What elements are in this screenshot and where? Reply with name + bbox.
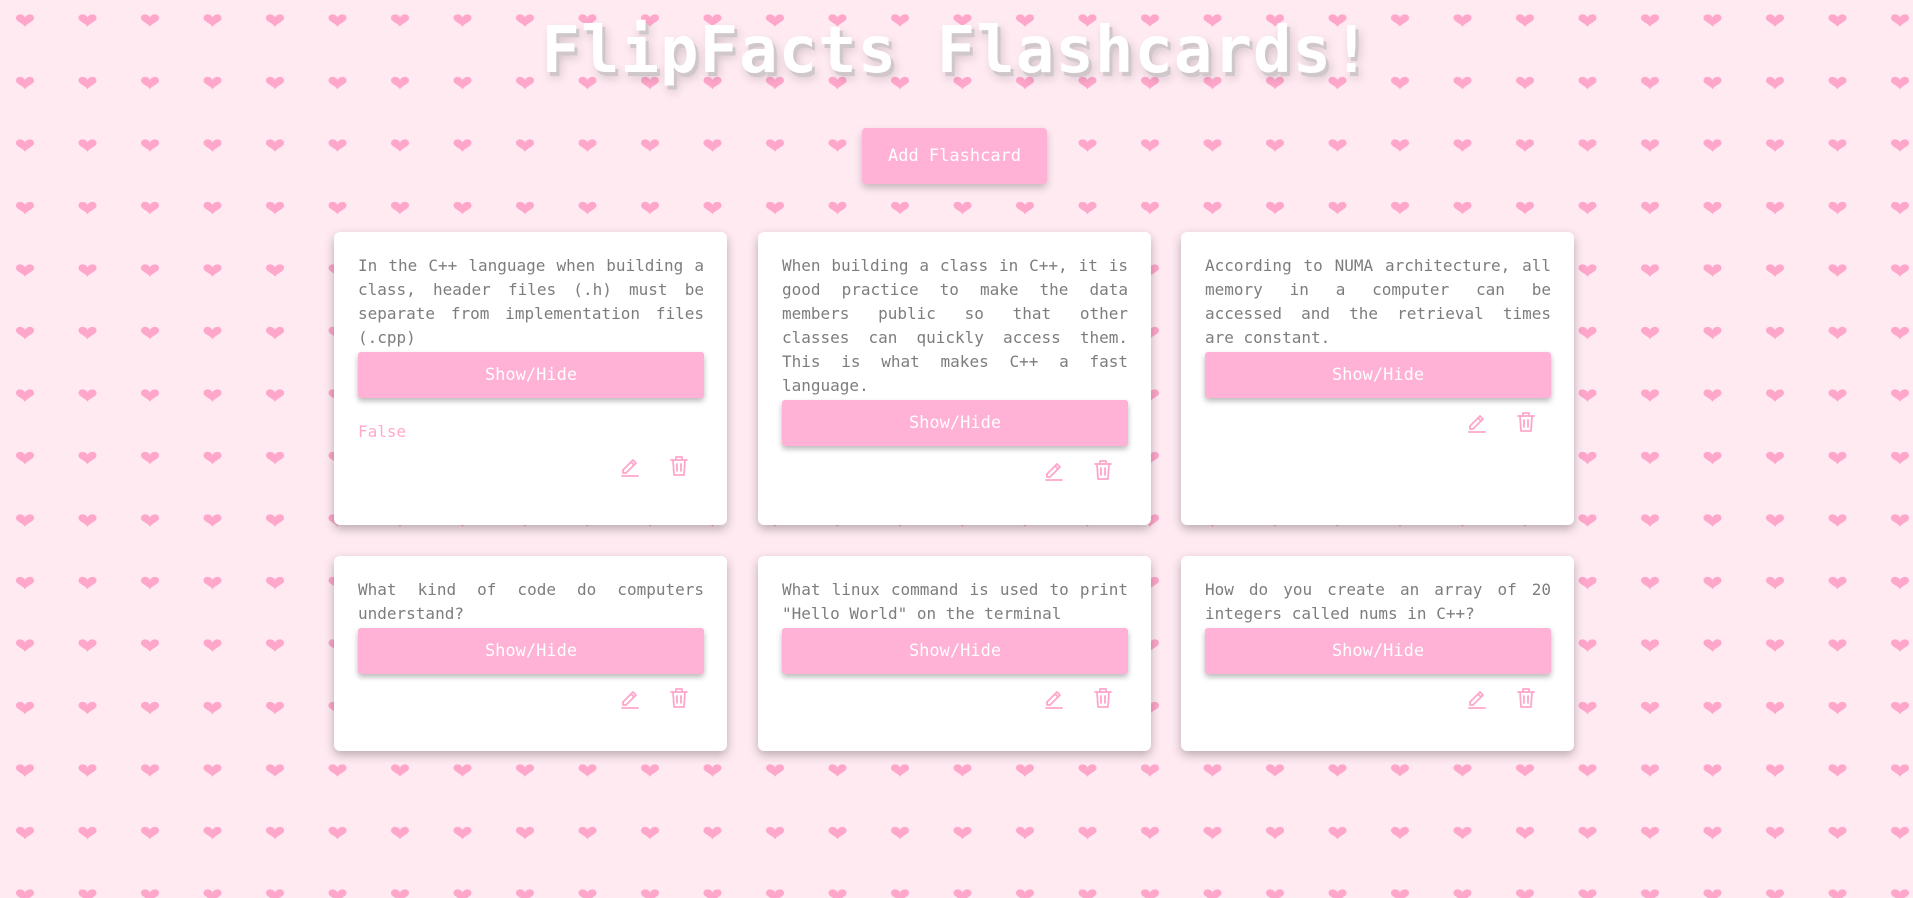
pencil-icon (1468, 415, 1486, 433)
delete-button[interactable] (667, 454, 691, 478)
edit-button[interactable] (1465, 410, 1489, 434)
flashcard: When building a class in C++, it is good… (758, 232, 1151, 525)
show-hide-button[interactable]: Show/Hide (1205, 352, 1551, 398)
flashcard: What kind of code do computers understan… (334, 556, 727, 751)
delete-button[interactable] (1514, 410, 1538, 434)
edit-button[interactable] (618, 686, 642, 710)
trash-icon (1094, 460, 1112, 480)
trash-icon (670, 688, 688, 708)
edit-button[interactable] (1465, 686, 1489, 710)
pencil-icon (621, 691, 639, 709)
show-hide-button[interactable]: Show/Hide (782, 628, 1128, 674)
pencil-icon (621, 459, 639, 477)
delete-button[interactable] (667, 686, 691, 710)
show-hide-button[interactable]: Show/Hide (1205, 628, 1551, 674)
flashcard: According to NUMA architecture, all memo… (1181, 232, 1574, 525)
flashcards-page: FlipFacts Flashcards! Add Flashcard In t… (0, 0, 1913, 898)
flashcard: How do you create an array of 20 integer… (1181, 556, 1574, 751)
flashcard-answer: False (358, 422, 407, 441)
page-title: FlipFacts Flashcards! (541, 14, 1372, 88)
edit-button[interactable] (618, 454, 642, 478)
edit-button[interactable] (1042, 458, 1066, 482)
flashcard: In the C++ language when building a clas… (334, 232, 727, 525)
delete-button[interactable] (1091, 686, 1115, 710)
trash-icon (1517, 688, 1535, 708)
flashcard-question: What kind of code do computers understan… (358, 580, 704, 623)
flashcard-question: In the C++ language when building a clas… (358, 256, 704, 347)
flashcard-question: How do you create an array of 20 integer… (1205, 580, 1551, 623)
delete-button[interactable] (1514, 686, 1538, 710)
show-hide-button[interactable]: Show/Hide (782, 400, 1128, 446)
show-hide-button[interactable]: Show/Hide (358, 352, 704, 398)
show-hide-button[interactable]: Show/Hide (358, 628, 704, 674)
pencil-icon (1045, 463, 1063, 481)
add-flashcard-button[interactable]: Add Flashcard (862, 128, 1047, 184)
trash-icon (670, 456, 688, 476)
trash-icon (1094, 688, 1112, 708)
trash-icon (1517, 412, 1535, 432)
pencil-icon (1045, 691, 1063, 709)
edit-button[interactable] (1042, 686, 1066, 710)
flashcard-question: According to NUMA architecture, all memo… (1205, 256, 1551, 347)
delete-button[interactable] (1091, 458, 1115, 482)
flashcard-question: What linux command is used to print "Hel… (782, 580, 1128, 623)
flashcard: What linux command is used to print "Hel… (758, 556, 1151, 751)
flashcard-question: When building a class in C++, it is good… (782, 256, 1128, 395)
pencil-icon (1468, 691, 1486, 709)
